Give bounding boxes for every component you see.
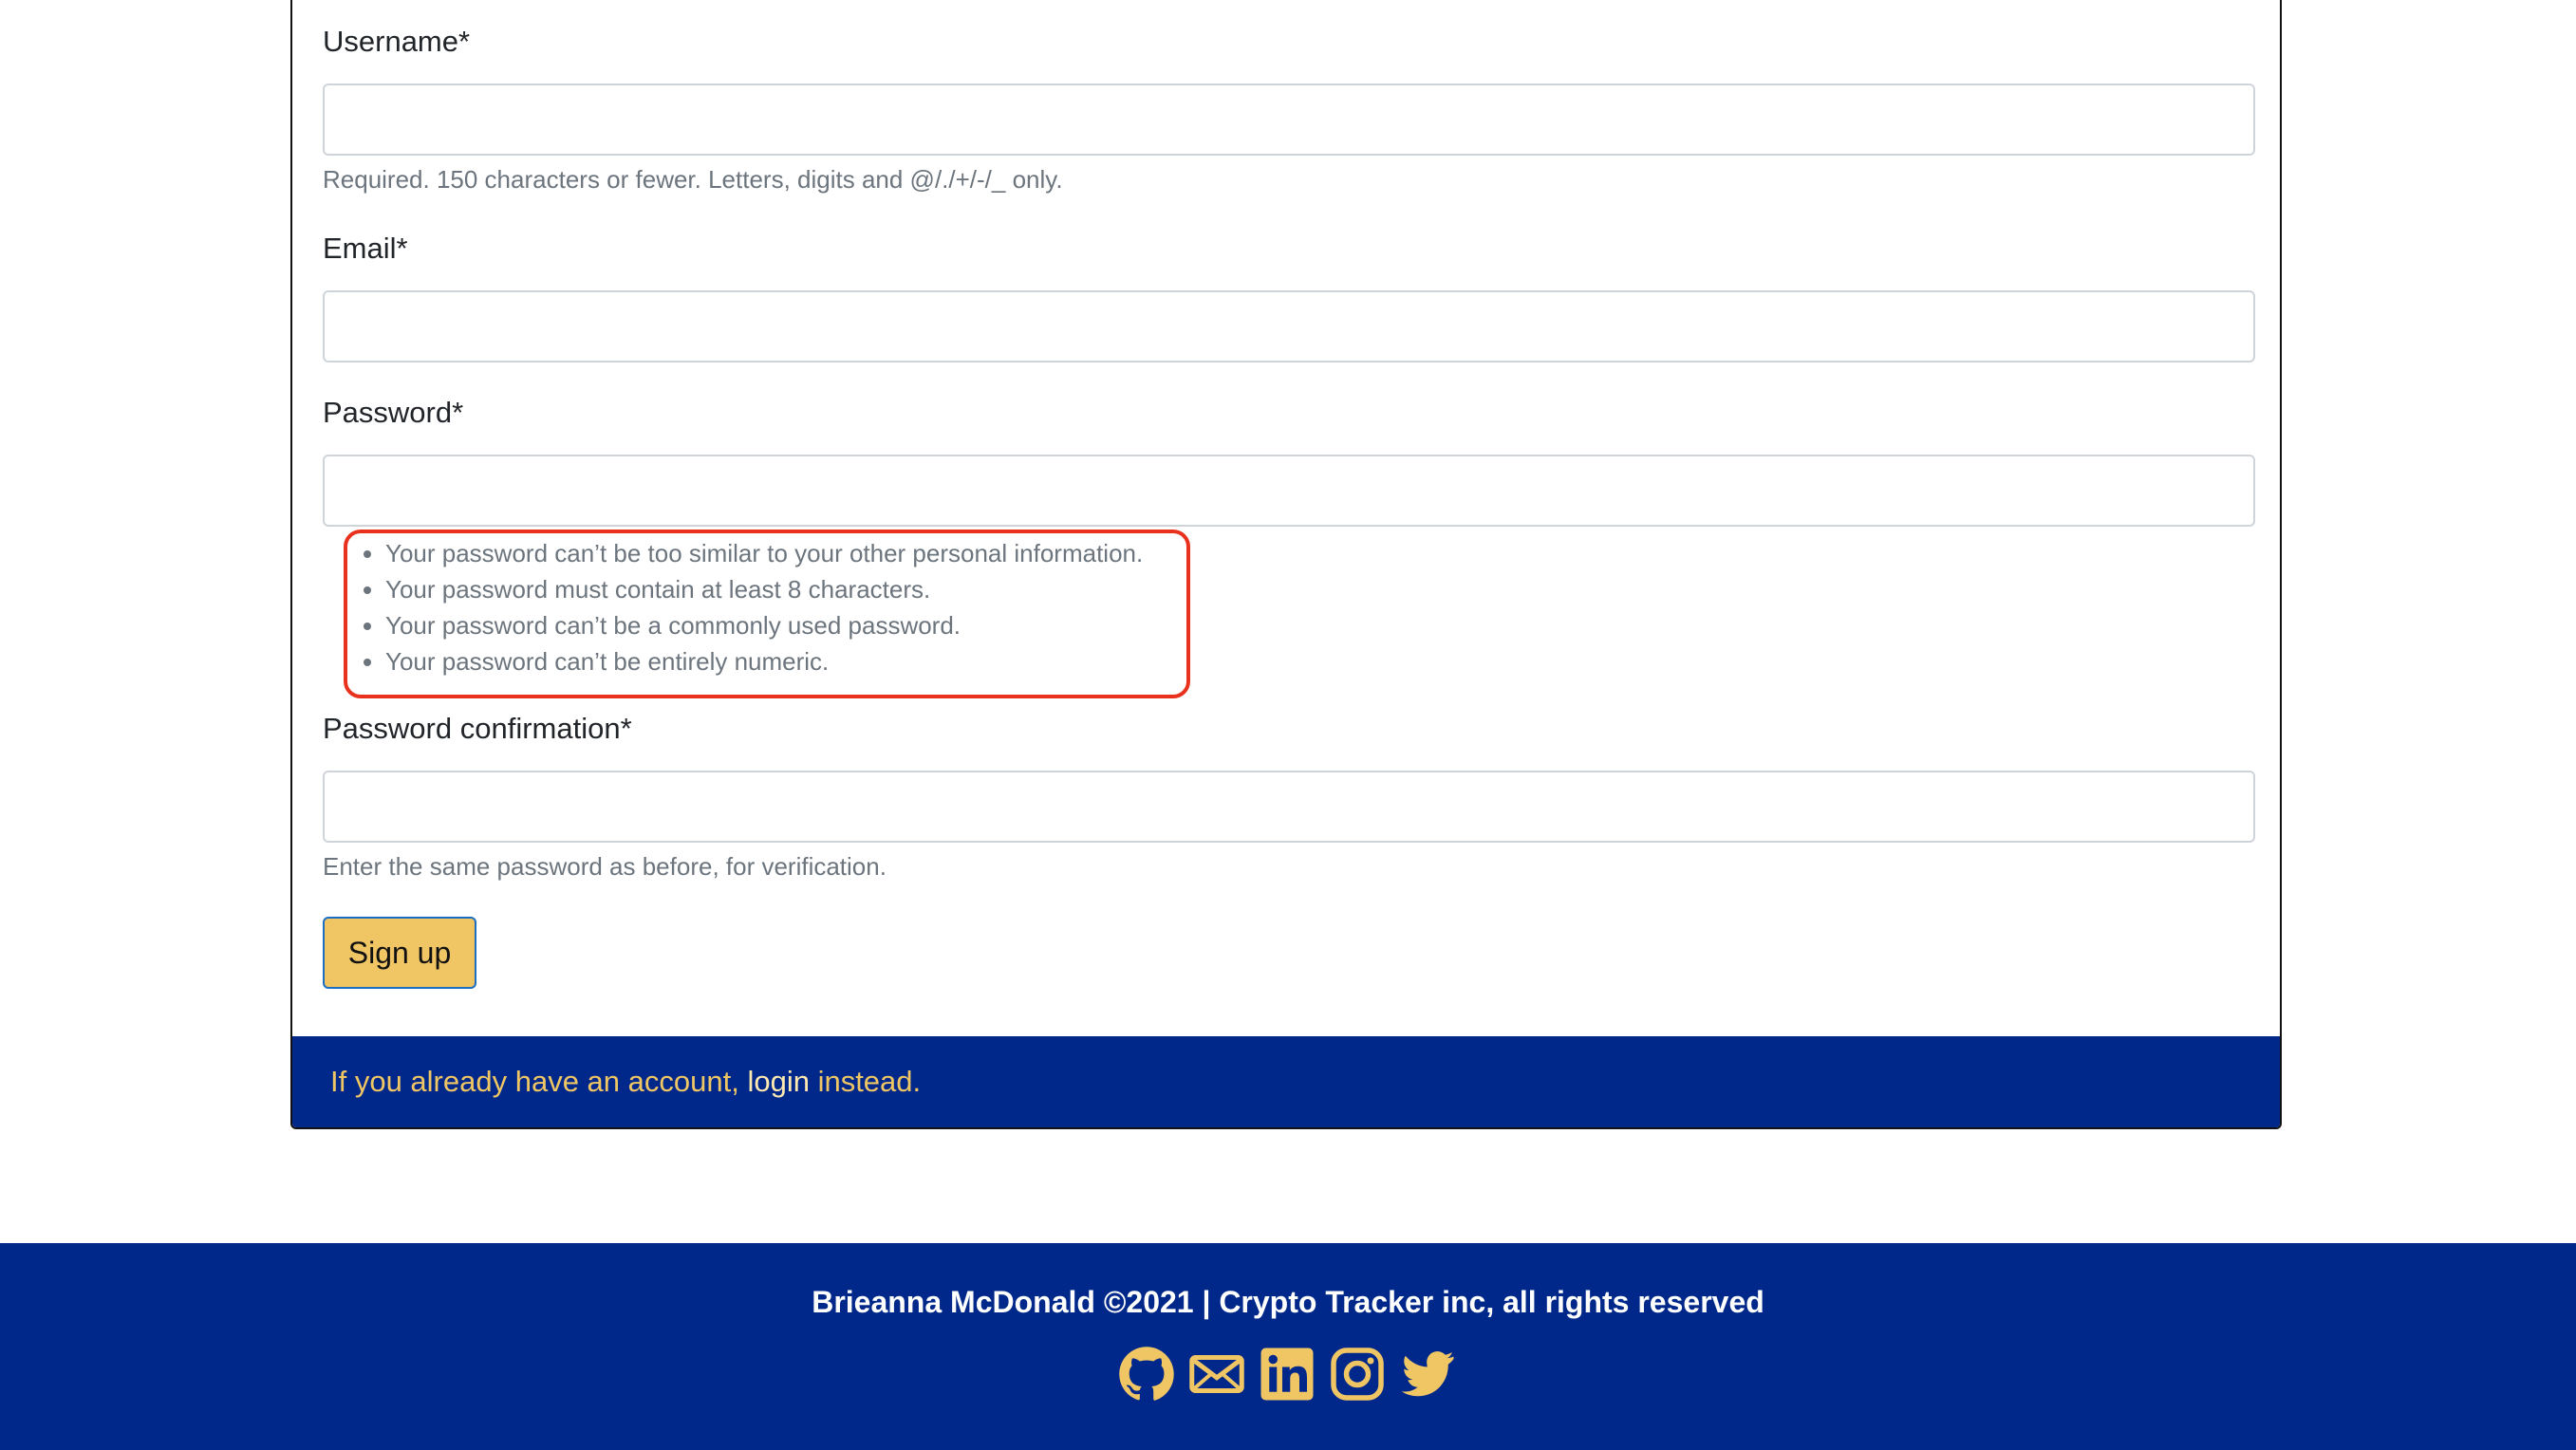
- password-rule: Your password can’t be entirely numeric.: [385, 643, 1143, 679]
- login-prompt-text: If you already have an account,: [330, 1065, 748, 1098]
- instagram-icon[interactable]: [1329, 1346, 1386, 1403]
- password-rule: Your password must contain at least 8 ch…: [385, 571, 1143, 607]
- mail-icon[interactable]: [1188, 1346, 1245, 1403]
- email-input[interactable]: [323, 290, 2255, 362]
- card-footer: If you already have an account, login in…: [292, 1036, 2280, 1127]
- social-links: [1118, 1346, 1456, 1403]
- site-footer: Brieanna McDonald ©2021 | Crypto Tracker…: [0, 1243, 2576, 1450]
- twitter-icon[interactable]: [1399, 1346, 1456, 1403]
- password-rules-list: Your password can’t be too similar to yo…: [347, 535, 1143, 679]
- github-icon[interactable]: [1118, 1346, 1175, 1403]
- login-prompt-suffix: instead.: [809, 1065, 922, 1098]
- copyright-text: Brieanna McDonald ©2021 | Crypto Tracker…: [812, 1285, 1764, 1319]
- username-label: Username*: [323, 25, 471, 58]
- password-input[interactable]: [323, 455, 2255, 527]
- password-rules-highlight: Your password can’t be too similar to yo…: [344, 530, 1190, 698]
- password-confirmation-input[interactable]: [323, 771, 2255, 843]
- password-label: Password*: [323, 396, 464, 429]
- linkedin-icon[interactable]: [1259, 1346, 1316, 1403]
- username-help-text: Required. 150 characters or fewer. Lette…: [323, 165, 1063, 194]
- password-confirmation-help-text: Enter the same password as before, for v…: [323, 852, 887, 881]
- sign-up-button[interactable]: Sign up: [323, 917, 476, 989]
- email-label: Email*: [323, 232, 408, 265]
- password-rule: Your password can’t be too similar to yo…: [385, 535, 1143, 571]
- login-prompt: If you already have an account, login in…: [330, 1065, 921, 1099]
- signup-card: Username* Required. 150 characters or fe…: [290, 0, 2282, 1129]
- login-link[interactable]: login: [747, 1065, 810, 1098]
- password-rule: Your password can’t be a commonly used p…: [385, 607, 1143, 643]
- username-input[interactable]: [323, 84, 2255, 156]
- password-confirmation-label: Password confirmation*: [323, 712, 632, 745]
